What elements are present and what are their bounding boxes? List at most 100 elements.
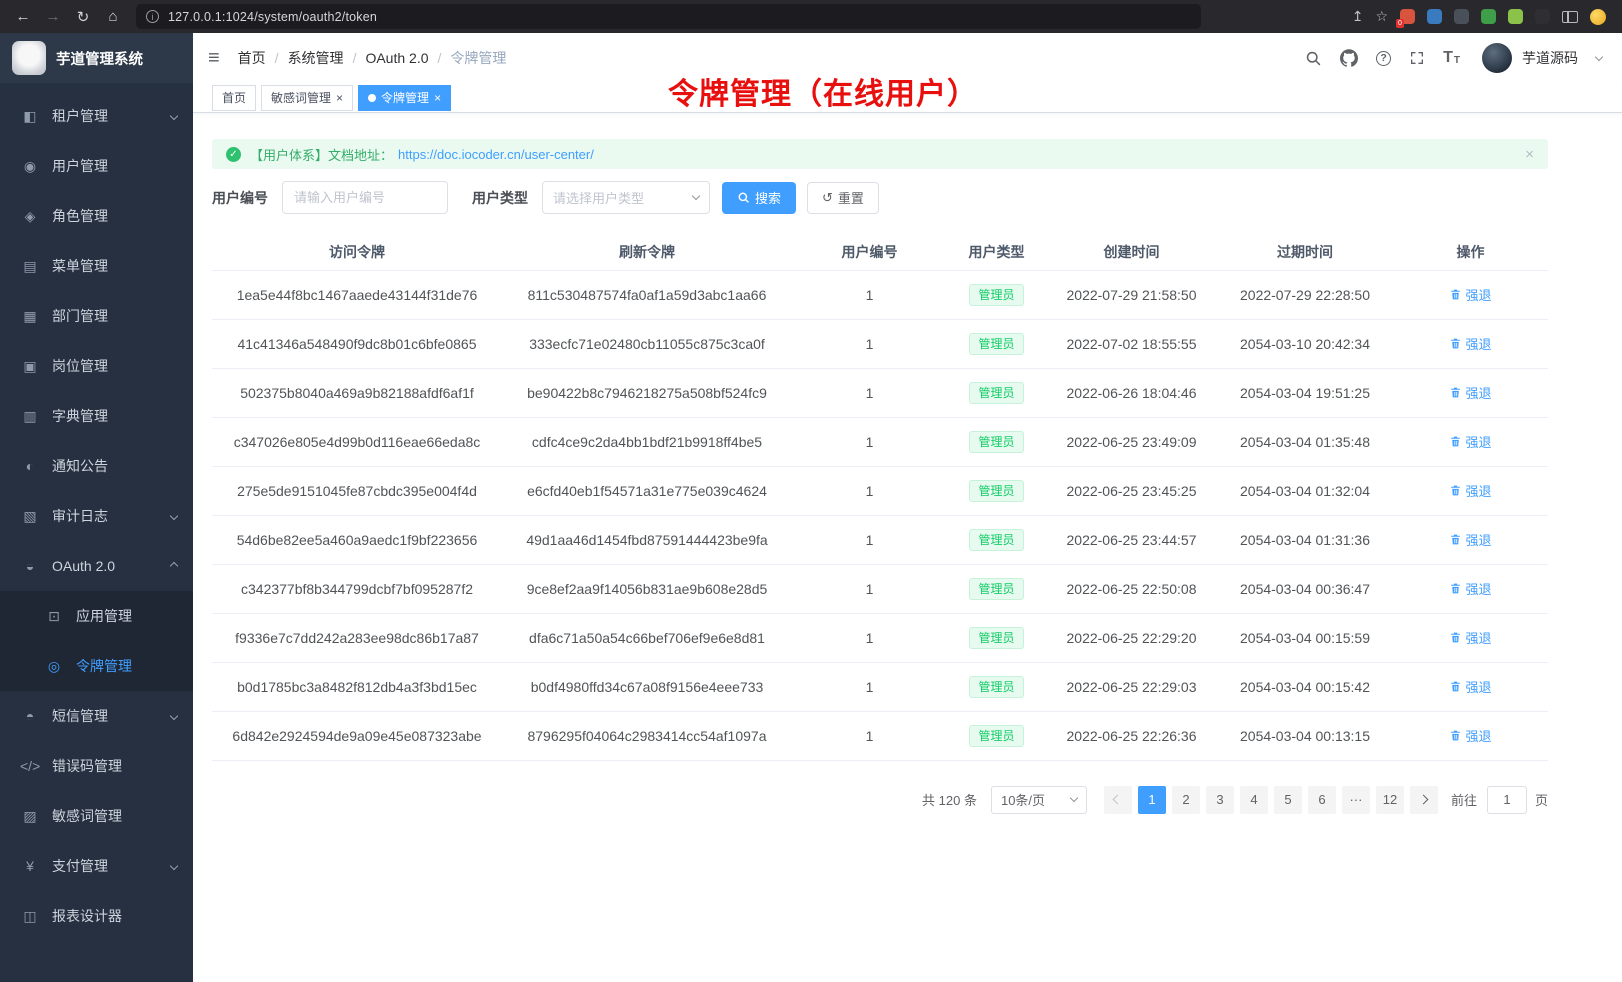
- share-icon[interactable]: ↥: [1352, 8, 1364, 25]
- breadcrumb-item[interactable]: 令牌管理: [450, 48, 506, 68]
- sidebar-item[interactable]: ¥ 支付管理: [0, 841, 193, 891]
- create-time-cell: 2022-06-25 22:29:03: [1046, 662, 1217, 711]
- sidebar-item[interactable]: ▧ 审计日志: [0, 491, 193, 541]
- sidebar-collapse-icon[interactable]: ≡: [208, 47, 220, 70]
- reset-button[interactable]: ↺ 重置: [807, 182, 879, 214]
- column-header: 刷新令牌: [502, 234, 792, 270]
- extension-icon[interactable]: 0: [1400, 9, 1415, 24]
- goto-page-input[interactable]: [1487, 786, 1527, 814]
- font-size-icon[interactable]: TT: [1443, 50, 1460, 66]
- extension-icon[interactable]: [1508, 9, 1523, 24]
- avatar[interactable]: [1482, 43, 1512, 73]
- sidebar-item[interactable]: ▥ 字典管理: [0, 391, 193, 441]
- sidebar-item[interactable]: ◈ 角色管理: [0, 191, 193, 241]
- page-button[interactable]: 4: [1240, 786, 1268, 814]
- search-button[interactable]: 搜索: [722, 182, 796, 214]
- force-logout-button[interactable]: 强退: [1449, 285, 1491, 304]
- action-cell: 强退: [1393, 564, 1548, 613]
- bookmark-star-icon[interactable]: ☆: [1375, 8, 1388, 25]
- extension-icon[interactable]: [1454, 9, 1469, 24]
- doc-link[interactable]: https://doc.iocoder.cn/user-center/: [398, 147, 594, 162]
- sidebar-item[interactable]: ▦ 部门管理: [0, 291, 193, 341]
- page-button[interactable]: 6: [1308, 786, 1336, 814]
- home-icon[interactable]: ⌂: [100, 5, 126, 29]
- alert-text: 【用户体系】文档地址：: [250, 145, 393, 164]
- logo-image: [12, 41, 46, 75]
- force-logout-button[interactable]: 强退: [1449, 628, 1491, 647]
- page-button[interactable]: 12: [1376, 786, 1404, 814]
- tab[interactable]: 首页 ×: [212, 85, 256, 111]
- tab[interactable]: 令牌管理 ×: [358, 85, 451, 111]
- sidebar-item[interactable]: ◎ 令牌管理: [0, 641, 193, 691]
- force-logout-button[interactable]: 强退: [1449, 432, 1491, 451]
- user-type-cell: 管理员: [947, 711, 1046, 760]
- force-logout-label: 强退: [1465, 285, 1491, 304]
- force-logout-button[interactable]: 强退: [1449, 530, 1491, 549]
- force-logout-button[interactable]: 强退: [1449, 579, 1491, 598]
- sidebar-toggle-icon[interactable]: [1562, 11, 1578, 23]
- tab-close-icon[interactable]: ×: [336, 92, 343, 104]
- app-logo[interactable]: 芋道管理系统: [0, 33, 193, 83]
- force-logout-label: 强退: [1465, 334, 1491, 353]
- expire-time-cell: 2054-03-04 01:31:36: [1217, 515, 1393, 564]
- sidebar-item[interactable]: ◫ 报表设计器: [0, 891, 193, 941]
- force-logout-button[interactable]: 强退: [1449, 383, 1491, 402]
- page-button[interactable]: 1: [1138, 786, 1166, 814]
- sidebar-item[interactable]: ◧ 租户管理: [0, 91, 193, 141]
- breadcrumb-item[interactable]: 系统管理: [288, 48, 344, 68]
- force-logout-label: 强退: [1465, 432, 1491, 451]
- tab-close-icon[interactable]: ×: [434, 92, 441, 104]
- delete-icon: [1449, 288, 1462, 301]
- caret-down-icon[interactable]: [1595, 52, 1603, 60]
- force-logout-button[interactable]: 强退: [1449, 677, 1491, 696]
- search-icon[interactable]: [1305, 50, 1322, 67]
- alert-close-icon[interactable]: ×: [1525, 146, 1534, 163]
- user-type-select[interactable]: 请选择用户类型: [542, 181, 710, 214]
- page-button[interactable]: 3: [1206, 786, 1234, 814]
- sidebar-item[interactable]: ◉ 用户管理: [0, 141, 193, 191]
- sidebar-item[interactable]: </> 错误码管理: [0, 741, 193, 791]
- back-icon[interactable]: ←: [10, 5, 36, 29]
- user-name[interactable]: 芋道源码: [1522, 48, 1578, 68]
- breadcrumb-item[interactable]: OAuth 2.0: [365, 50, 428, 66]
- sidebar-item[interactable]: ▤ 菜单管理: [0, 241, 193, 291]
- expire-time-cell: 2054-03-04 19:51:25: [1217, 368, 1393, 417]
- tab[interactable]: 敏感词管理 ×: [261, 85, 353, 111]
- github-icon[interactable]: [1340, 49, 1358, 67]
- page-button[interactable]: 5: [1274, 786, 1302, 814]
- sidebar-item[interactable]: ◓ 短信管理: [0, 691, 193, 741]
- page-button[interactable]: ···: [1342, 786, 1370, 814]
- sidebar-item[interactable]: ▨ 敏感词管理: [0, 791, 193, 841]
- sidebar-item[interactable]: ◐ 通知公告: [0, 441, 193, 491]
- next-page-button[interactable]: [1410, 786, 1438, 814]
- prev-page-button[interactable]: [1104, 786, 1132, 814]
- refresh-token-cell: e6cfd40eb1f54571a31e775e039c4624: [502, 466, 792, 515]
- sidebar-item[interactable]: ⊡ 应用管理: [0, 591, 193, 641]
- browser-profile-avatar[interactable]: [1590, 9, 1606, 25]
- extension-icon[interactable]: [1481, 9, 1496, 24]
- user-id-input[interactable]: [282, 181, 448, 214]
- help-icon[interactable]: ?: [1376, 51, 1391, 66]
- extension-icon[interactable]: [1535, 9, 1550, 24]
- reload-icon[interactable]: ↻: [70, 5, 96, 29]
- extension-icon[interactable]: [1427, 9, 1442, 24]
- info-icon[interactable]: i: [146, 10, 159, 23]
- forward-icon[interactable]: →: [40, 5, 66, 29]
- delete-icon: [1449, 582, 1462, 595]
- breadcrumb: 首页 / 系统管理 / OAuth 2.0 / 令牌管理 /: [238, 48, 507, 68]
- force-logout-button[interactable]: 强退: [1449, 726, 1491, 745]
- create-time-cell: 2022-07-29 21:58:50: [1046, 270, 1217, 319]
- sidebar-item[interactable]: ◒ OAuth 2.0: [0, 541, 193, 591]
- breadcrumb-item[interactable]: 首页: [238, 48, 266, 68]
- sidebar-item[interactable]: ▣ 岗位管理: [0, 341, 193, 391]
- force-logout-button[interactable]: 强退: [1449, 481, 1491, 500]
- fullscreen-icon[interactable]: [1409, 50, 1425, 66]
- action-cell: 强退: [1393, 466, 1548, 515]
- delete-icon: [1449, 680, 1462, 693]
- force-logout-label: 强退: [1465, 383, 1491, 402]
- page-size-select[interactable]: 10条/页: [991, 786, 1087, 814]
- force-logout-button[interactable]: 强退: [1449, 334, 1491, 353]
- url-bar[interactable]: i 127.0.0.1:1024/system/oauth2/token: [136, 4, 1201, 29]
- user-id-cell: 1: [792, 270, 947, 319]
- page-button[interactable]: 2: [1172, 786, 1200, 814]
